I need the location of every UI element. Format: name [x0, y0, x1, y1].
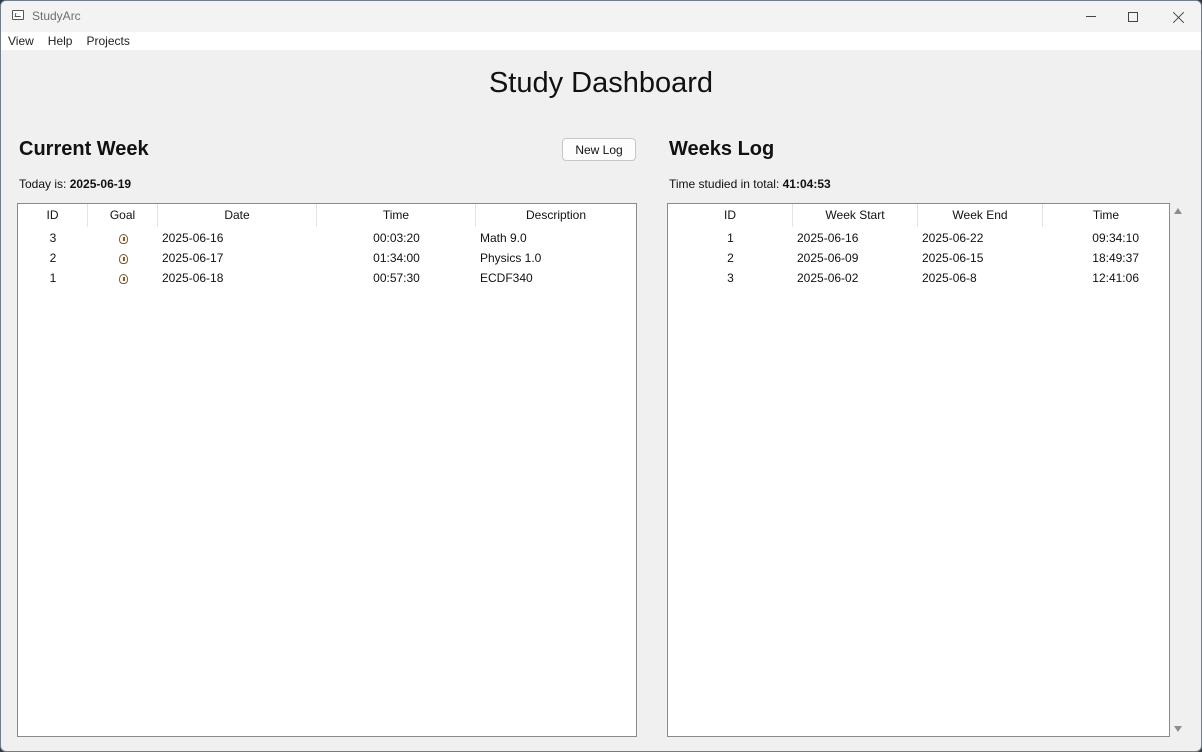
cell-time: 12:41:06: [1092, 271, 1139, 285]
table-row[interactable]: 3 2025-06-02 2025-06-8 12:41:06: [668, 268, 1169, 288]
total-time-value: 41:04:53: [782, 177, 831, 191]
cell-id: 2: [49, 251, 57, 265]
cell-week-start: 2025-06-02: [797, 271, 859, 285]
total-time-info: Time studied in total: 41:04:53: [669, 177, 831, 191]
cell-id: 1: [49, 271, 57, 285]
weeks-log-title: Weeks Log: [669, 138, 775, 160]
app-icon: [12, 10, 24, 20]
scroll-up-arrow[interactable]: [1174, 208, 1182, 214]
minimize-button[interactable]: [1068, 1, 1114, 32]
window-title: StudyArc: [32, 9, 81, 23]
cell-id: 1: [727, 231, 734, 245]
cell-date: 2025-06-18: [162, 271, 224, 285]
today-info: Today is: 2025-06-19: [19, 177, 131, 191]
table-row[interactable]: 1 2025-06-18 00:57:30 ECDF340: [18, 268, 636, 288]
total-time-label: Time studied in total:: [669, 177, 780, 191]
cell-week-start: 2025-06-09: [797, 251, 859, 265]
cell-time: 00:57:30: [373, 271, 420, 285]
new-log-button[interactable]: New Log: [562, 138, 636, 161]
table-row[interactable]: 1 2025-06-16 2025-06-22 09:34:10: [668, 228, 1169, 248]
cell-description: ECDF340: [480, 271, 533, 285]
cell-week-end: 2025-06-8: [922, 271, 977, 285]
maximize-icon: [1128, 11, 1138, 22]
column-header-date[interactable]: Date: [158, 204, 317, 227]
app-window: StudyArc View Help Projects Study Dashbo…: [0, 0, 1202, 752]
close-icon: [1173, 11, 1185, 23]
column-header-id[interactable]: ID: [18, 204, 88, 227]
page-title: Study Dashboard: [488, 67, 714, 99]
current-week-table[interactable]: ID Goal Date Time Description 3 2025-06-…: [17, 203, 637, 737]
cell-date: 2025-06-16: [162, 231, 224, 245]
today-label: Today is:: [19, 177, 67, 191]
maximize-button[interactable]: [1110, 1, 1156, 32]
cell-goal: [88, 248, 158, 268]
cell-date: 2025-06-17: [162, 251, 224, 265]
weeks-log-table[interactable]: ID Week Start Week End Time 1 2025-06-16…: [667, 203, 1170, 737]
column-header-week-end[interactable]: Week End: [918, 204, 1043, 227]
table-row[interactable]: 2 2025-06-17 01:34:00 Physics 1.0: [18, 248, 636, 268]
cell-time: 18:49:37: [1092, 251, 1139, 265]
table-header: ID Week Start Week End Time: [668, 204, 1169, 227]
cell-id: 2: [727, 251, 734, 265]
cell-goal: [88, 228, 158, 248]
menu-bar: View Help Projects: [1, 32, 1201, 50]
table-row[interactable]: 2 2025-06-09 2025-06-15 18:49:37: [668, 248, 1169, 268]
cell-week-end: 2025-06-22: [922, 231, 984, 245]
column-header-goal[interactable]: Goal: [88, 204, 158, 227]
column-header-description[interactable]: Description: [476, 204, 636, 227]
goal-icon: [118, 274, 128, 284]
table-header: ID Goal Date Time Description: [18, 204, 636, 227]
goal-icon: [118, 254, 128, 264]
cell-goal: [88, 268, 158, 288]
cell-time: 01:34:00: [373, 251, 420, 265]
close-button[interactable]: [1156, 1, 1201, 32]
cell-description: Physics 1.0: [480, 251, 542, 265]
column-header-time[interactable]: Time: [1043, 204, 1169, 227]
current-week-title: Current Week: [19, 138, 149, 160]
cell-id: 3: [49, 231, 57, 245]
cell-week-start: 2025-06-16: [797, 231, 859, 245]
cell-time: 00:03:20: [373, 231, 420, 245]
scroll-down-arrow[interactable]: [1174, 726, 1182, 732]
title-bar: StudyArc: [1, 1, 1201, 32]
menu-projects[interactable]: Projects: [79, 32, 136, 50]
cell-description: Math 9.0: [480, 231, 527, 245]
today-value: 2025-06-19: [69, 177, 132, 191]
menu-view[interactable]: View: [1, 32, 41, 50]
menu-help[interactable]: Help: [41, 32, 80, 50]
cell-id: 3: [727, 271, 734, 285]
column-header-week-start[interactable]: Week Start: [793, 204, 918, 227]
column-header-id[interactable]: ID: [668, 204, 793, 227]
goal-icon: [118, 234, 128, 244]
minimize-icon: [1086, 16, 1096, 17]
cell-week-end: 2025-06-15: [922, 251, 984, 265]
column-header-time[interactable]: Time: [317, 204, 476, 227]
table-row[interactable]: 3 2025-06-16 00:03:20 Math 9.0: [18, 228, 636, 248]
cell-time: 09:34:10: [1092, 231, 1139, 245]
